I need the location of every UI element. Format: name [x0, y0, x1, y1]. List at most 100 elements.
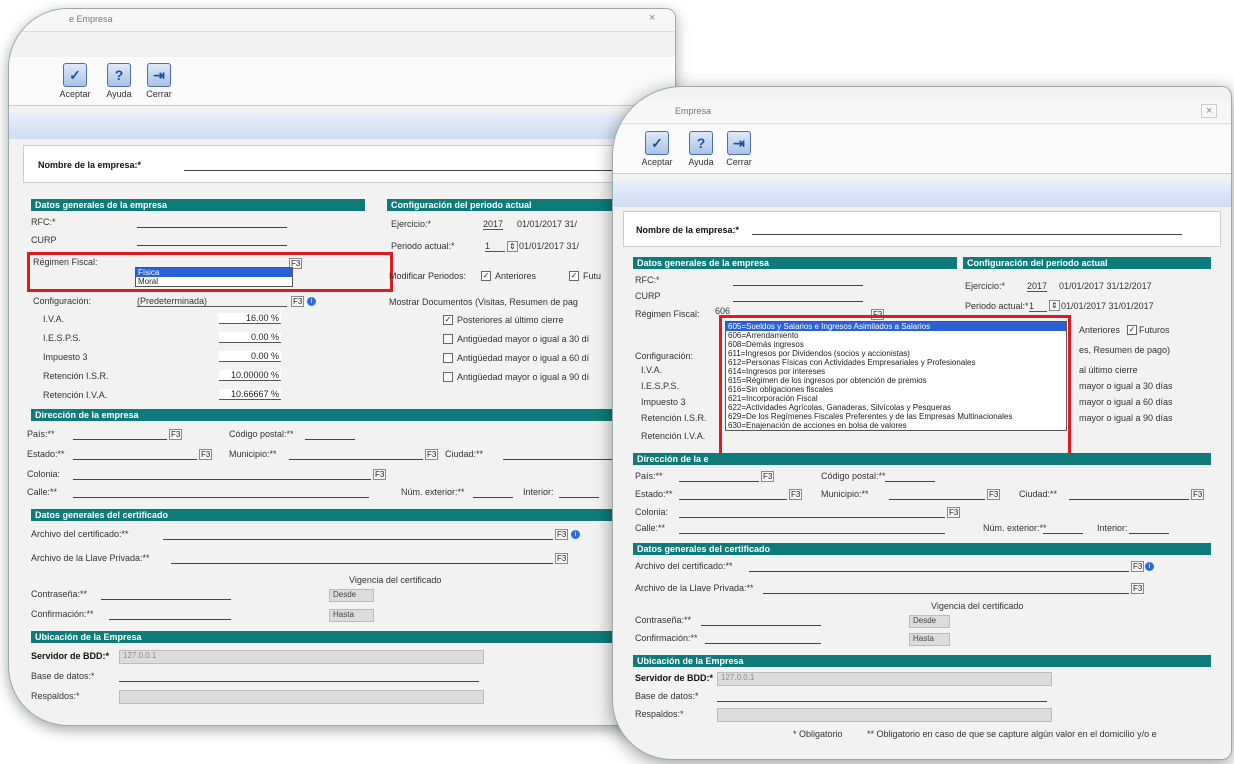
periodo-dates: 01/01/2017 31/ — [519, 241, 580, 251]
estado-input[interactable] — [73, 459, 197, 460]
close-icon[interactable]: × — [1201, 104, 1218, 118]
ejercicio-value[interactable]: 2017 — [1027, 281, 1048, 292]
f3-button[interactable]: F3 — [555, 529, 569, 540]
iva-input[interactable]: 16.00 % — [219, 313, 281, 324]
futuros-checkbox[interactable]: ✓ — [569, 271, 579, 281]
f3-button[interactable]: F3 — [555, 553, 569, 564]
exit-icon: ⇥ — [727, 131, 751, 155]
interior-input[interactable] — [1129, 533, 1169, 534]
f3-button[interactable]: F3 — [761, 471, 775, 482]
accept-button[interactable]: ✓ Aceptar — [53, 63, 97, 99]
company-dialog-back: e Empresa × ✓ Aceptar ? Ayuda ⇥ Cerrar N… — [8, 8, 676, 726]
conditional-required-note: ** Obligatorio en caso de que se capture… — [867, 729, 1157, 739]
confirm-input[interactable] — [109, 619, 231, 620]
f3-button[interactable]: F3 — [987, 489, 1001, 500]
hasta-label: Hasta — [909, 633, 950, 646]
info-icon[interactable]: i — [1145, 562, 1154, 571]
f3-button[interactable]: F3 — [1131, 561, 1145, 572]
archivo-input[interactable] — [749, 571, 1129, 572]
close-button[interactable]: ⇥ Cerrar — [717, 131, 761, 167]
f3-button[interactable]: F3 — [291, 296, 305, 307]
section-header-general: Datos generales de la empresa — [633, 257, 957, 269]
llave-input[interactable] — [171, 563, 553, 564]
accept-button[interactable]: ✓ Aceptar — [635, 131, 679, 167]
f3-button[interactable]: F3 — [789, 489, 803, 500]
opt2-label: Antigüedad mayor o igual a 30 dí — [457, 334, 590, 344]
help-button[interactable]: ? Ayuda — [97, 63, 141, 99]
f3-button[interactable]: F3 — [169, 429, 183, 440]
num-ext-input[interactable] — [1043, 533, 1083, 534]
curp-label: CURP — [635, 291, 661, 301]
estado-input[interactable] — [679, 499, 787, 500]
calle-input[interactable] — [73, 497, 369, 498]
num-ext-input[interactable] — [473, 497, 513, 498]
pais-input[interactable] — [679, 481, 759, 482]
confirm-input[interactable] — [705, 643, 821, 644]
opt3-checkbox[interactable] — [443, 353, 453, 363]
password-input[interactable] — [701, 625, 821, 626]
ejercicio-value[interactable]: 2017 — [483, 219, 504, 230]
config-value[interactable]: (Predeterminada) — [137, 296, 287, 307]
cp-input[interactable] — [305, 439, 355, 440]
archivo-input[interactable] — [163, 539, 553, 540]
curp-input[interactable] — [733, 301, 863, 302]
spin-icon[interactable]: ⇕ — [1049, 300, 1060, 311]
interior-input[interactable] — [559, 497, 599, 498]
server-value: 127.0.0.1 — [717, 672, 1052, 686]
opt4-label: Antigüedad mayor o igual a 90 dí — [457, 372, 590, 382]
futuros-checkbox[interactable]: ✓ — [1127, 325, 1137, 335]
spin-icon[interactable]: ⇕ — [507, 241, 518, 252]
pais-input[interactable] — [73, 439, 167, 440]
f3-button[interactable]: F3 — [199, 449, 213, 460]
municipio-input[interactable] — [889, 499, 985, 500]
f3-button[interactable]: F3 — [947, 507, 961, 518]
close-button[interactable]: ⇥ Cerrar — [137, 63, 181, 99]
backup-label: Respaldos:* — [635, 709, 684, 719]
periodo-value[interactable]: 1 — [1029, 301, 1047, 312]
ret-iva-label: Retención I.V.A. — [641, 431, 706, 441]
db-input[interactable] — [119, 681, 479, 682]
accept-label: Aceptar — [641, 157, 673, 167]
db-input[interactable] — [717, 701, 1047, 702]
colonia-input[interactable] — [679, 517, 945, 518]
f3-button[interactable]: F3 — [1131, 583, 1145, 594]
ret-iva-input[interactable]: 10.66667 % — [219, 389, 281, 400]
municipio-label: Municipio:** — [229, 449, 277, 459]
anteriores-label: Anteriores — [1079, 325, 1121, 335]
info-icon[interactable]: i — [307, 297, 316, 306]
desde-label: Desde — [909, 615, 950, 628]
toolbar: ✓ Aceptar ? Ayuda ⇥ Cerrar — [9, 57, 675, 106]
calle-input[interactable] — [679, 533, 945, 534]
company-name-input[interactable] — [184, 170, 614, 171]
colonia-input[interactable] — [73, 479, 371, 480]
config-label: Configuración: — [635, 351, 694, 361]
rfc-input[interactable] — [137, 227, 287, 228]
info-icon[interactable]: i — [571, 530, 580, 539]
f3-button[interactable]: F3 — [373, 469, 387, 480]
ciudad-input[interactable] — [1069, 499, 1189, 500]
opt4-checkbox[interactable] — [443, 372, 453, 382]
banner — [9, 113, 675, 139]
periodo-value[interactable]: 1 — [485, 241, 505, 252]
archivo-label: Archivo del certificado:** — [31, 529, 129, 539]
cp-input[interactable] — [885, 481, 935, 482]
exit-icon: ⇥ — [147, 63, 171, 87]
curp-input[interactable] — [137, 245, 287, 246]
password-input[interactable] — [101, 599, 231, 600]
rfc-input[interactable] — [733, 285, 863, 286]
f3-button[interactable]: F3 — [1191, 489, 1205, 500]
ret-isr-input[interactable]: 10.00000 % — [219, 370, 281, 381]
close-label: Cerrar — [146, 89, 172, 99]
vigencia-label: Vigencia del certificado — [349, 575, 442, 585]
municipio-input[interactable] — [289, 459, 423, 460]
llave-input[interactable] — [763, 593, 1129, 594]
imp3-input[interactable]: 0.00 % — [219, 351, 281, 362]
close-icon[interactable]: × — [649, 12, 655, 24]
anteriores-checkbox[interactable]: ✓ — [481, 271, 491, 281]
opt1-checkbox[interactable]: ✓ — [443, 315, 453, 325]
opt2-checkbox[interactable] — [443, 334, 453, 344]
close-label: Cerrar — [726, 157, 752, 167]
company-name-input[interactable] — [752, 234, 1182, 235]
ieps-input[interactable]: 0.00 % — [219, 332, 281, 343]
f3-button[interactable]: F3 — [425, 449, 439, 460]
